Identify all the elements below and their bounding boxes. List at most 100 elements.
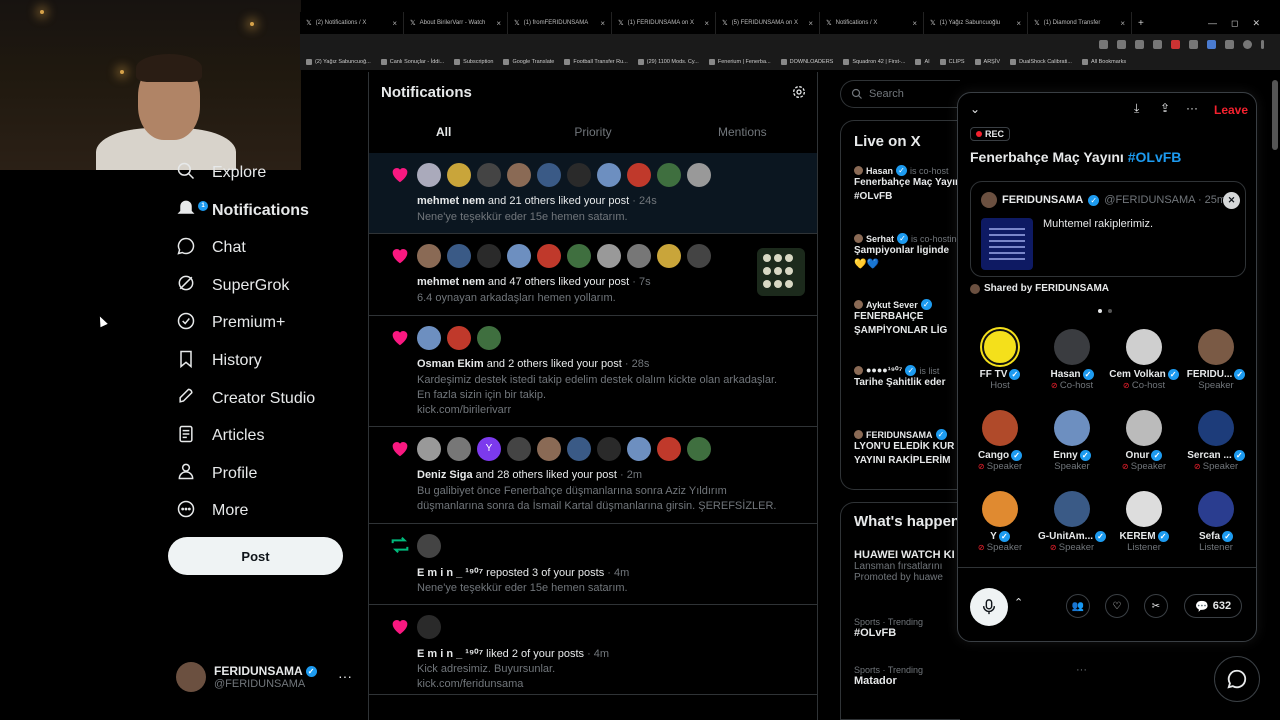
bookmark-item[interactable]: AI (915, 59, 930, 65)
heart-add-icon[interactable]: ♡ (1105, 594, 1129, 618)
notification-item[interactable]: mehmet nem and 47 others liked your post… (369, 234, 817, 316)
messages-fab[interactable] (1214, 656, 1260, 702)
space-participant[interactable]: Sefa ✓ Listener (1180, 491, 1252, 553)
notification-user[interactable]: E m i n _ ¹⁹⁰⁷ (417, 648, 483, 660)
account-switcher[interactable]: FERIDUNSAMA ✓ @FERIDUNSAMA (176, 660, 356, 694)
bookmark-item[interactable]: CLIPS (939, 59, 965, 65)
bookmark-item[interactable]: Football Transfer Ru... (564, 59, 628, 65)
avatar[interactable] (597, 244, 621, 268)
close-tab-icon[interactable]: × (496, 19, 501, 28)
extension-icon[interactable] (1225, 39, 1234, 49)
bookmark-item[interactable]: Subscription (454, 59, 493, 65)
browser-tab[interactable]: 𝕏 About BirilerVarr - Watch × (404, 12, 508, 34)
live-space-item[interactable]: Serhat ✓ is co-hosting Şampiyonlar liginde 💛… (854, 233, 960, 272)
close-tab-icon[interactable]: × (1120, 19, 1125, 28)
avatar[interactable] (567, 437, 591, 461)
avatar[interactable] (537, 163, 561, 187)
space-participant[interactable]: FF TV ✓ Host (964, 329, 1036, 391)
live-space-item[interactable]: Hasan ✓ is co-host Fenerbahçe Maç Yayını #OL… (854, 165, 960, 204)
mic-button[interactable] (970, 588, 1008, 626)
bookmark-item[interactable]: ARŞİV (974, 59, 1000, 65)
notification-user[interactable]: mehmet nem (417, 195, 485, 207)
close-window-icon[interactable]: ✕ (1252, 18, 1260, 29)
avatar[interactable] (657, 244, 681, 268)
sidebar-item-history[interactable]: History (176, 343, 262, 379)
live-space-item[interactable]: Aykut Sever ✓ FENERBAHÇE ŞAMPİYONLAR LİG (854, 299, 960, 338)
space-participant[interactable]: Cem Volkan ✓ ⊘ Co-host (1108, 329, 1180, 391)
post-button[interactable]: Post (168, 537, 343, 575)
extension-icon[interactable] (1099, 39, 1108, 49)
browser-tab[interactable]: 𝕏 (1) Yağız Sabuncuoğlu × (924, 12, 1028, 34)
notification-user[interactable]: Osman Ekim (417, 358, 484, 370)
people-icon[interactable]: 👥 (1066, 594, 1090, 618)
close-tab-icon[interactable]: × (1016, 19, 1021, 28)
zoom-icon[interactable] (1117, 39, 1126, 49)
avatar[interactable] (597, 437, 621, 461)
trend-more-icon[interactable]: ··· (1076, 664, 1087, 676)
maximize-icon[interactable]: ◻ (1231, 18, 1238, 29)
search-input[interactable]: Search (840, 80, 960, 108)
share-icon[interactable]: ⇪ (1160, 101, 1170, 115)
avatar[interactable] (657, 437, 681, 461)
notification-item[interactable]: Y Deniz Siga and 28 others liked your pos… (369, 427, 817, 524)
extension-icon[interactable] (1189, 39, 1198, 49)
tab-mentions[interactable]: Mentions (668, 118, 817, 153)
close-tab-icon[interactable]: × (808, 19, 813, 28)
space-participant[interactable]: Y ✓ ⊘ Speaker (964, 491, 1036, 553)
space-participant[interactable]: KEREM ✓ Listener (1108, 491, 1180, 553)
browser-tab[interactable]: 𝕏 (1) FERIDUNSAMA on X × (612, 12, 716, 34)
tab-all[interactable]: All (369, 118, 518, 161)
extension-icon[interactable] (1171, 39, 1180, 49)
post-thumbnail[interactable] (757, 248, 805, 296)
avatar[interactable] (507, 244, 531, 268)
avatar[interactable]: Y (477, 437, 501, 461)
leave-button[interactable]: Leave (1214, 103, 1248, 117)
bookmark-item[interactable]: Google Translate (503, 59, 554, 65)
sidebar-item-explore[interactable]: Explore (176, 155, 266, 191)
notification-item[interactable]: mehmet nem and 21 others liked your post… (369, 153, 817, 234)
avatar[interactable] (447, 244, 471, 268)
space-participant[interactable]: Sercan ... ✓ ⊘ Speaker (1180, 410, 1252, 472)
trend-item[interactable]: Sports · Trending #OLvFB (854, 617, 923, 639)
chevron-down-icon[interactable]: ⌄ (970, 102, 980, 116)
space-participant[interactable]: Hasan ✓ ⊘ Co-host (1036, 329, 1108, 391)
browser-tab[interactable]: 𝕏 Notifications / X × (820, 12, 924, 34)
avatar[interactable] (417, 244, 441, 268)
avatar[interactable] (597, 163, 621, 187)
more-icon[interactable]: ··· (1186, 101, 1198, 115)
close-tab-icon[interactable]: × (600, 19, 605, 28)
sidebar-item-profile[interactable]: Profile (176, 456, 257, 492)
avatar[interactable] (687, 163, 711, 187)
space-participant[interactable]: Onur ✓ ⊘ Speaker (1108, 410, 1180, 472)
bookmark-item[interactable]: Fenerium | Fenerba... (708, 59, 771, 65)
notification-user[interactable]: Deniz Siga (417, 469, 473, 481)
chevron-up-icon[interactable]: ⌃ (1014, 596, 1023, 609)
bookmark-item[interactable]: (2) Yağız Sabuncuoğ... (306, 59, 371, 65)
close-tab-icon[interactable]: × (392, 19, 397, 28)
space-participant[interactable]: Cango ✓ ⊘ Speaker (964, 410, 1036, 472)
sidebar-item-articles[interactable]: Articles (176, 418, 264, 454)
close-tab-icon[interactable]: × (912, 19, 917, 28)
bookmark-item[interactable]: DOWNLOADERS (780, 59, 833, 65)
avatar[interactable] (417, 534, 441, 558)
avatar[interactable] (417, 163, 441, 187)
notification-item[interactable]: Osman Ekim and 2 others liked your post … (369, 316, 817, 427)
avatar[interactable] (447, 163, 471, 187)
avatar[interactable] (447, 326, 471, 350)
profile-icon[interactable] (1243, 39, 1252, 49)
trend-item[interactable]: HUAWEI WATCH KI Lansman fırsatlarını Promo… (854, 549, 955, 583)
notification-item[interactable]: E m i n _ ¹⁹⁰⁷ liked 2 of your posts · 4… (369, 605, 817, 695)
close-tab-icon[interactable]: × (704, 19, 709, 28)
account-more-icon[interactable]: ··· (338, 668, 352, 684)
notification-item[interactable]: E m i n _ ¹⁹⁰⁷ reposted 3 of your posts … (369, 524, 817, 605)
close-icon[interactable]: ✕ (1223, 192, 1240, 209)
sidebar-item-notifications[interactable]: 1 Notifications (176, 193, 309, 229)
new-tab-button[interactable]: + (1132, 18, 1150, 29)
share-icon[interactable] (1135, 39, 1144, 49)
star-icon[interactable] (1153, 39, 1162, 49)
avatar[interactable] (567, 163, 591, 187)
browser-tab[interactable]: 𝕏 (1) Diamond Transfer × (1028, 12, 1132, 34)
space-participant[interactable]: FERIDU... ✓ Speaker (1180, 329, 1252, 391)
avatar[interactable] (477, 326, 501, 350)
browser-tab[interactable]: 𝕏 (1) fromFERIDUNSAMA × (508, 12, 612, 34)
